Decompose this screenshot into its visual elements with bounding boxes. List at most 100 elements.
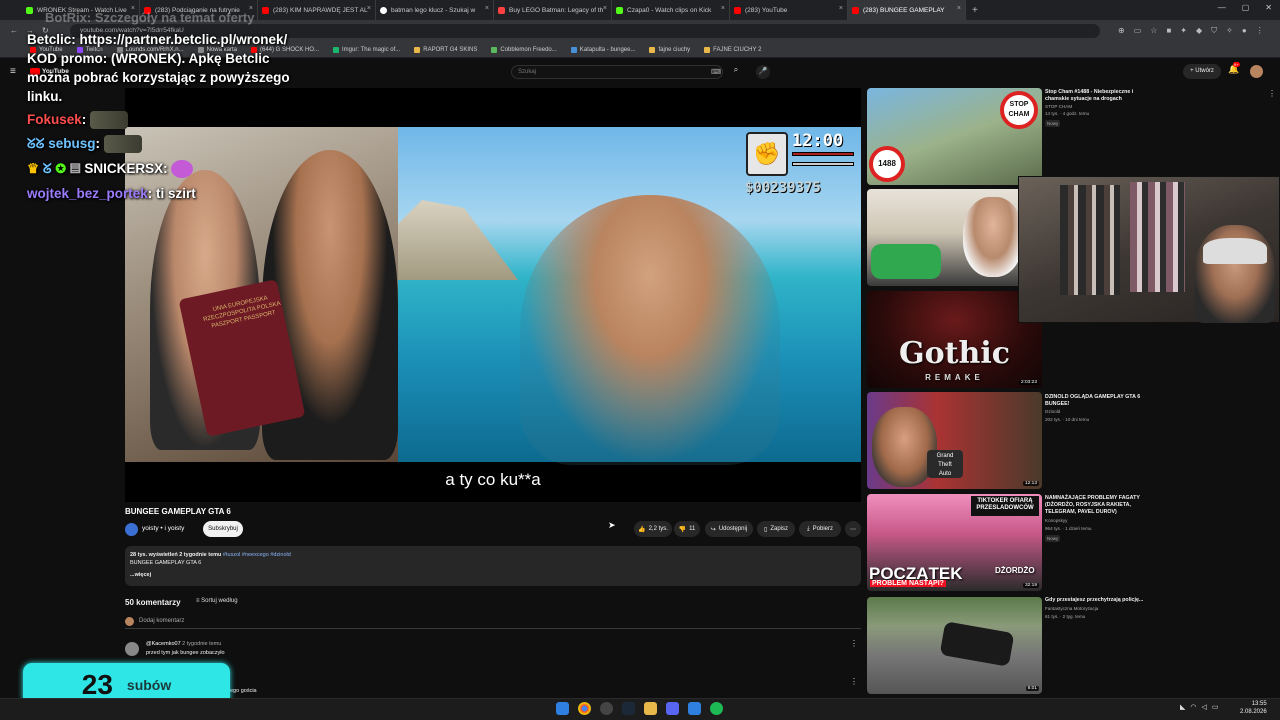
app-icon[interactable] [688, 702, 701, 715]
show-more-link[interactable]: ...więcej [130, 571, 856, 579]
subscriber-label: subów [126, 676, 172, 693]
recommended-video-thumbnail[interactable] [867, 189, 1042, 286]
subscribe-button[interactable]: Subskrybuj [203, 521, 243, 537]
hud-armor-bar [792, 162, 854, 166]
add-comment-input[interactable]: Dodaj komentarz [125, 617, 861, 629]
hamburger-menu-icon[interactable]: ≡ [10, 66, 16, 77]
recommended-channel[interactable]: Fantastyczna Motoryzacja [1045, 606, 1098, 612]
folder-icon[interactable] [644, 702, 657, 715]
share-button[interactable]: ↪ Udostępnij [705, 521, 753, 537]
description-tags[interactable]: #tuszol #neexcego #dzinold [223, 552, 291, 558]
bookmark[interactable]: Imgur: The magic of... [333, 46, 400, 53]
browser-tab[interactable]: Buy LEGO Batman: Legacy of th × [494, 0, 612, 20]
new-tab-button[interactable]: + [972, 5, 978, 16]
notifications-icon[interactable]: 🔔 9+ [1228, 62, 1240, 75]
back-icon[interactable]: ← [10, 26, 26, 35]
recommended-video-thumbnail[interactable]: Gothic REMAKE 2:03:23 [867, 291, 1042, 388]
volume-icon[interactable]: ◁ [1202, 704, 1212, 711]
browser-tab-active[interactable]: (283) BUNGEE GAMEPLAY × [848, 0, 966, 20]
dislike-button[interactable]: 👎 11 [674, 521, 700, 537]
window-controls: — ▢ ✕ [1218, 3, 1272, 12]
battery-icon[interactable]: ▭ [1212, 704, 1224, 711]
puzzle-icon[interactable]: ✧ [1226, 26, 1242, 35]
car-image [939, 621, 1015, 667]
commenter-avatar[interactable] [125, 642, 139, 656]
minimize-icon[interactable]: — [1218, 3, 1226, 12]
close-window-icon[interactable]: ✕ [1265, 3, 1272, 12]
start-icon[interactable] [556, 702, 569, 715]
bookmark[interactable]: FAJNE CIUCHY 2 [704, 46, 761, 53]
recommended-video-thumbnail[interactable]: STOP CHAM 1488 [867, 88, 1042, 185]
maximize-icon[interactable]: ▢ [1242, 3, 1250, 12]
recommended-video-title[interactable]: DZINOLD OGLĄDA GAMEPLAY GTA 6 BUNGEE! [1045, 394, 1155, 408]
close-icon[interactable]: × [839, 5, 843, 12]
badge-icon: ▤ [69, 161, 81, 176]
save-button[interactable]: ▯ Zapisz [757, 521, 795, 537]
recommended-channel[interactable]: STOP CHAM [1045, 104, 1072, 110]
download-label: Pobierz [812, 526, 833, 532]
channel-avatar[interactable] [125, 523, 138, 536]
profile-icon[interactable]: ● [1242, 26, 1256, 35]
video-menu-icon[interactable]: ⋮ [1268, 89, 1276, 98]
close-icon[interactable]: × [957, 5, 961, 12]
extension-icon[interactable]: ◆ [1196, 26, 1211, 35]
create-label: Utwórz [1195, 68, 1214, 74]
download-button[interactable]: ⤓ Pobierz [799, 521, 841, 537]
bookmark[interactable]: RAPORT G4 SKINS [414, 46, 477, 53]
more-actions-icon[interactable]: ⋯ [845, 521, 861, 537]
recommended-video-thumbnail[interactable]: 8:01 [867, 597, 1042, 694]
browser-tab[interactable]: (283) KIM NAPRAWDĘ JEST AL × [258, 0, 376, 20]
like-button[interactable]: 👍 2,2 tys. [634, 521, 672, 537]
close-icon[interactable]: × [721, 5, 725, 12]
create-button[interactable]: + Utwórz [1183, 64, 1221, 79]
discord-icon[interactable] [666, 702, 679, 715]
stop-sign-text: STOP CHAM [1000, 91, 1038, 129]
bookmark[interactable]: Katapulta - bungee... [570, 46, 635, 53]
steam-icon[interactable] [622, 702, 635, 715]
recommended-video-title[interactable]: Stop Cham #1488 - Niebezpieczne i chamsk… [1045, 89, 1155, 103]
channel-name[interactable]: yoisty • i yoisty [142, 525, 184, 532]
star-icon[interactable]: ☆ [1150, 26, 1166, 35]
app-icon[interactable] [600, 702, 613, 715]
browser-tab[interactable]: Czapa0 - Watch clips on Kick × [612, 0, 730, 20]
chrome-icon[interactable] [578, 702, 591, 715]
extension-icon[interactable]: ■ [1166, 26, 1180, 35]
recommended-video-thumbnail[interactable]: Grand Theft Auto 12:13 [867, 392, 1042, 489]
recommended-channel[interactable]: Konopskyy [1045, 518, 1067, 524]
recommended-video-title[interactable]: NAMNAŻAJĄCE PROBLEMY FAGATY (DŻORDŻO, RO… [1045, 495, 1155, 516]
comment-author[interactable]: @Kacemko07 2 tygodnie temu [146, 641, 221, 647]
video-description[interactable]: 28 tys. wyświetleń 2 tygodnie temu #tusz… [125, 546, 861, 586]
comment-username[interactable]: @Kacemko07 [146, 641, 181, 647]
comment-menu-icon[interactable]: ⋮ [850, 639, 858, 648]
recommended-video-thumbnail[interactable]: TIKTOKER OFIARĄ PRZESLADOWCÓW POCZĄTEK P… [867, 494, 1042, 591]
search-input[interactable]: Szukaj [511, 65, 723, 79]
close-icon[interactable]: × [485, 5, 489, 12]
recommended-channel[interactable]: Dzinold [1045, 409, 1060, 415]
shield-icon[interactable]: ⛉ [1211, 26, 1226, 35]
close-icon[interactable]: × [603, 5, 607, 12]
clothes-rack [1060, 185, 1120, 295]
spotify-icon[interactable] [710, 702, 723, 715]
youtube-icon [734, 6, 741, 14]
avatar[interactable] [1250, 65, 1263, 78]
sort-comments-button[interactable]: ≡ Sortuj według [196, 598, 238, 604]
cast-icon[interactable]: ▭ [1134, 26, 1151, 35]
browser-tab[interactable]: batman lego klucz - Szukaj w × [376, 0, 494, 20]
wifi-icon[interactable]: ◠ [1190, 704, 1201, 711]
recommended-video-title[interactable]: Gdy przestajesz przechytrzają policję... [1045, 597, 1155, 604]
close-icon[interactable]: × [367, 5, 371, 12]
comment-text: ego gościa [230, 688, 257, 694]
taskbar-clock[interactable]: 13:55 2.08.2026 [1240, 700, 1267, 716]
menu-icon[interactable]: ⋮ [1256, 26, 1273, 35]
network-icon[interactable]: ◣ [1180, 704, 1190, 711]
zoom-icon[interactable]: ⊕ [1118, 26, 1134, 35]
browser-tab[interactable]: (283) YouTube × [730, 0, 848, 20]
bookmark[interactable]: fajne ciuchy [649, 46, 690, 53]
comment-menu-icon[interactable]: ⋮ [850, 677, 858, 686]
keyboard-icon[interactable]: ⌨ [711, 68, 721, 76]
extension-icon[interactable]: ✦ [1180, 26, 1196, 35]
microphone-icon[interactable]: 🎤 [756, 65, 770, 79]
bookmark[interactable]: Cobblemon Freedo... [491, 46, 557, 53]
chat-username: Fokusek [27, 112, 82, 127]
search-icon[interactable]: ⌕ [727, 65, 745, 79]
